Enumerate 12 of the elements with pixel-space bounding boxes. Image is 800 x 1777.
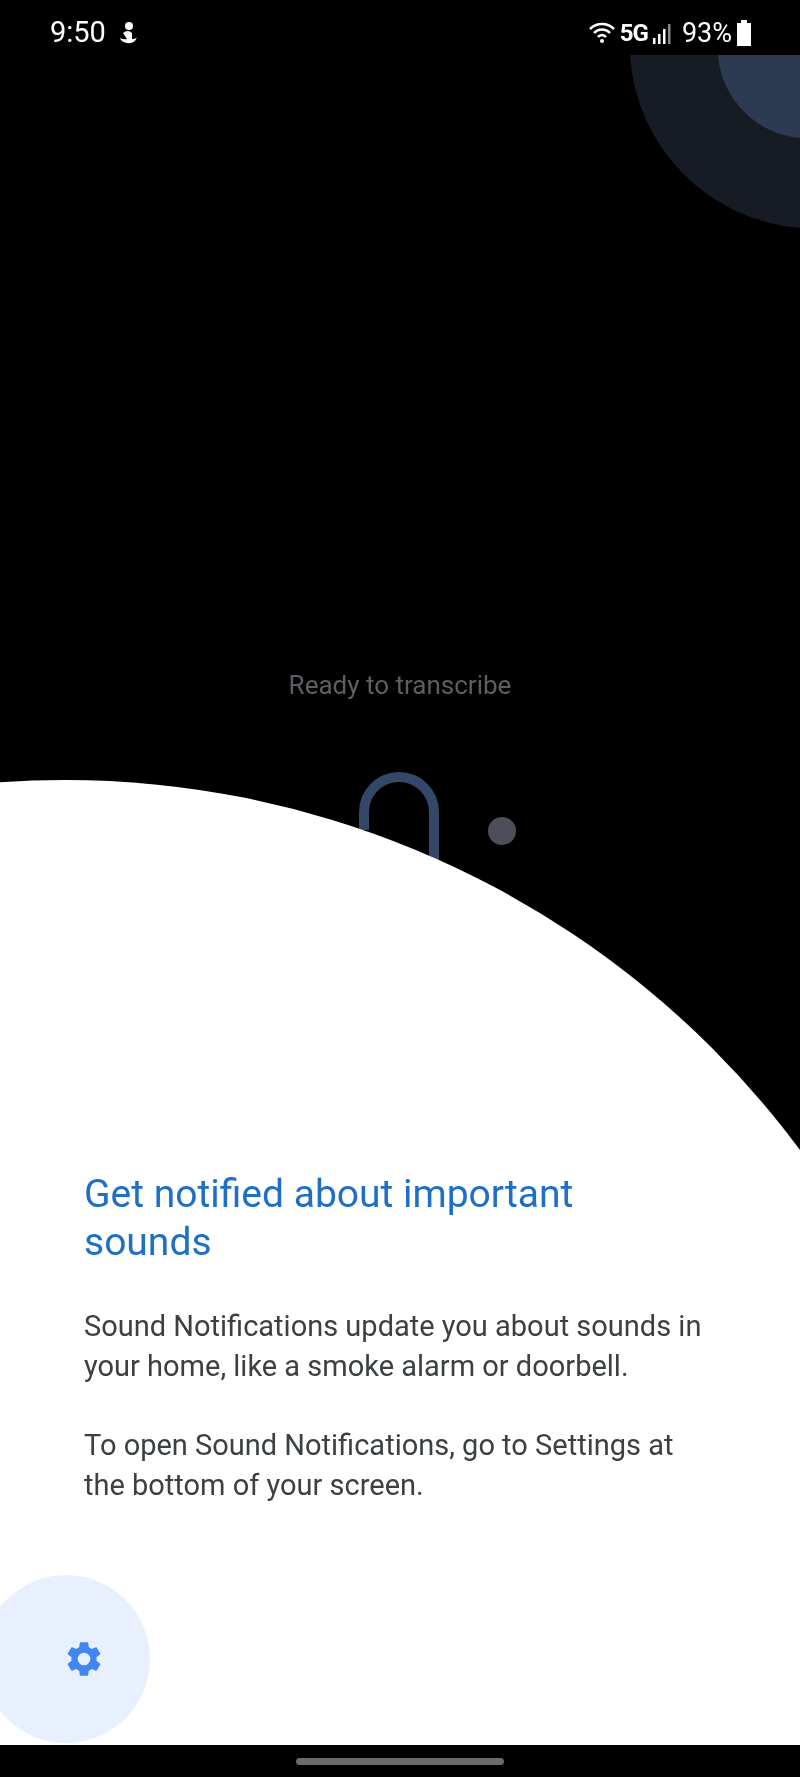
signal-icon [651, 22, 672, 44]
status-time: 9:50 [50, 14, 106, 52]
transcribe-status: Ready to transcribe [288, 669, 512, 702]
body-text: To open Sound Notifications, go to Settings at the bottom of your screen. [84, 1427, 675, 1504]
person-icon [117, 21, 138, 45]
onboarding-title: Get notified about important sounds [84, 1170, 575, 1266]
body-text: Sound Notifications update you about sounds in your home, like a smoke alarm or doorbell. [84, 1308, 703, 1385]
wifi-icon [587, 21, 616, 45]
battery-icon [736, 20, 752, 46]
battery-percent: 93% [681, 15, 732, 51]
network-type: 5G [619, 18, 648, 49]
navigation-handle[interactable] [296, 1757, 504, 1765]
